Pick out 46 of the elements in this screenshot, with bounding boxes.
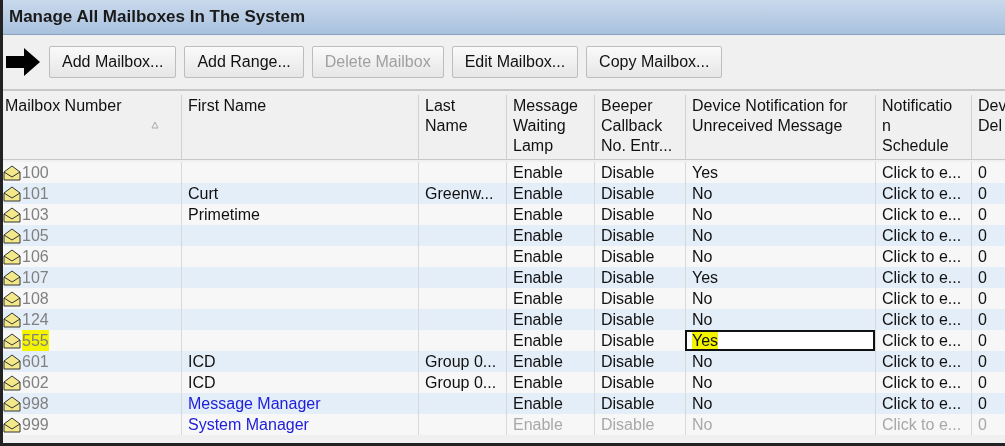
table-cell: 0 — [971, 414, 1005, 435]
column-header[interactable]: Mailbox Number — [3, 95, 181, 159]
mailbox-icon — [3, 311, 21, 328]
mailbox-icon — [3, 353, 21, 370]
mailbox-number: 555 — [22, 330, 49, 351]
mailbox-icon — [3, 248, 21, 265]
mailbox-number: 124 — [22, 310, 49, 330]
toolbar-button[interactable]: Copy Mailbox... — [586, 46, 723, 78]
mailbox-number: 998 — [22, 394, 49, 414]
mailbox-number: 107 — [22, 268, 49, 288]
column-header[interactable]: Device Notification for Unreceived Message — [685, 95, 875, 159]
table-cell: No — [685, 414, 875, 435]
mailbox-number: 999 — [22, 415, 49, 435]
column-header[interactable]: First Name — [181, 95, 418, 159]
mailbox-icon — [3, 185, 21, 202]
sort-arrow-icon — [151, 121, 159, 129]
mailbox-number: 106 — [22, 247, 49, 267]
column-header[interactable]: Beeper Callback No. Entr... — [594, 95, 685, 159]
mailbox-icon — [3, 395, 21, 412]
table-cell: Click to e... — [875, 414, 971, 435]
toolbar-button[interactable]: Edit Mailbox... — [451, 46, 579, 78]
table-cell: Enable — [506, 414, 594, 435]
mailbox-number: 108 — [22, 289, 49, 309]
mailbox-icon — [3, 269, 21, 286]
mailbox-icon — [3, 416, 21, 433]
mailbox-icon — [3, 164, 21, 181]
toolbar-button[interactable]: Add Range... — [184, 46, 304, 78]
window-title: Manage All Mailboxes In The System — [3, 0, 1005, 35]
mailbox-number: 100 — [22, 163, 49, 183]
table-cell: Disable — [594, 414, 685, 435]
column-header[interactable]: Message Waiting Lamp — [506, 95, 594, 159]
mailbox-number: 602 — [22, 373, 49, 393]
mailbox-number: 101 — [22, 184, 49, 204]
mailbox-icon — [3, 227, 21, 244]
mailbox-number: 103 — [22, 205, 49, 225]
arrow-icon — [5, 46, 41, 78]
mailbox-number: 105 — [22, 226, 49, 246]
toolbar-button[interactable]: Add Mailbox... — [49, 46, 177, 78]
mailbox-icon — [3, 332, 21, 349]
mailbox-icon — [3, 374, 21, 391]
mailbox-icon — [3, 290, 21, 307]
mailbox-icon — [3, 206, 21, 223]
column-header[interactable]: Last Name — [418, 95, 506, 159]
mailbox-number: 601 — [22, 352, 49, 372]
column-header[interactable]: Notificatio n Schedule — [875, 95, 971, 159]
table-cell: Yes — [685, 330, 875, 351]
